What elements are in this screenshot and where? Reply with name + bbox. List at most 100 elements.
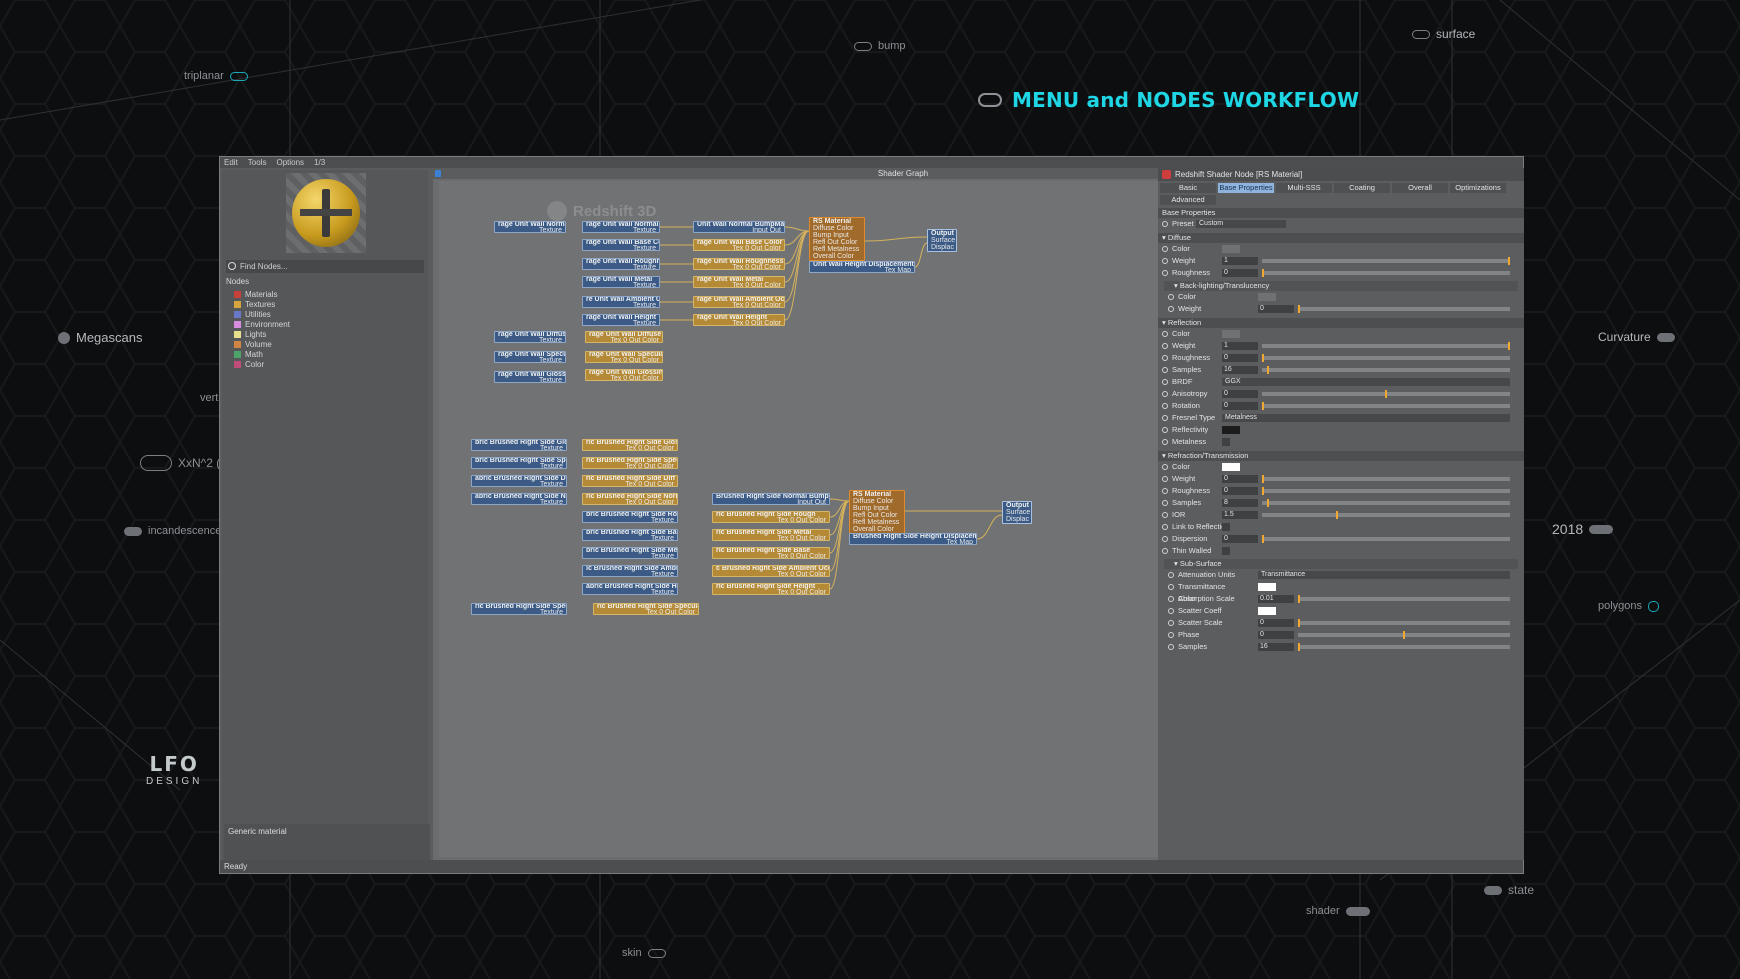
node-rs-material[interactable]: RS Material Diffuse Color Bump Input Refl O… [809, 217, 865, 261]
radio-icon[interactable] [1162, 524, 1168, 530]
property-slider[interactable] [1262, 271, 1510, 275]
slider-handle[interactable] [1267, 366, 1269, 374]
tree-item-lights[interactable]: Lights [234, 329, 290, 339]
radio-icon[interactable] [1162, 439, 1168, 445]
radio-icon[interactable] [1168, 584, 1174, 590]
node-texture[interactable]: bric Brushed Right Side Spec Texture [471, 457, 567, 469]
node-displacement[interactable]: Unit Wall Height Displacement Tex Map [809, 261, 915, 273]
node-color[interactable]: rage Unit Wall Ambient OcclusTex 0 Out C… [693, 296, 785, 308]
node-texture[interactable]: bric Brushed Right Side RoughTexture [582, 511, 678, 523]
radio-icon[interactable] [1162, 500, 1168, 506]
node-texture[interactable]: bric Brushed Right Side Met Texture [582, 547, 678, 559]
node-texture[interactable]: rage Unit Wall Specular Tex 0 Out Color [585, 351, 663, 363]
section-reflection[interactable]: ▾ Reflection [1158, 318, 1524, 328]
property-slider[interactable] [1262, 477, 1510, 481]
preset-dropdown[interactable]: Custom [1196, 220, 1286, 228]
node-color[interactable]: ric Brushed Right Side Rough Tex 0 Out Co… [712, 511, 830, 523]
slider-handle[interactable] [1262, 475, 1264, 483]
section-subsurface[interactable]: ▾ Sub-Surface [1164, 559, 1518, 569]
tree-item-materials[interactable]: Materials [234, 289, 290, 299]
radio-icon[interactable] [1162, 464, 1168, 470]
node-texture[interactable]: rage Unit Wall Glossin Texture [494, 371, 566, 383]
section-refraction[interactable]: ▾ Refraction/Transmission [1158, 451, 1524, 461]
node-texture[interactable]: ric Brushed Right Side Norm Tex 0 Out Col… [582, 493, 678, 505]
node-rs-material[interactable]: RS Material Diffuse Color Bump Input Refl O… [849, 490, 905, 534]
radio-icon[interactable] [1162, 476, 1168, 482]
radio-icon[interactable] [1162, 331, 1168, 337]
property-value-field[interactable]: 0 [1258, 305, 1294, 313]
property-slider[interactable] [1262, 537, 1510, 541]
radio-icon[interactable] [1168, 644, 1174, 650]
node-texture[interactable]: ric Brushed Right Side Diff Tex 0 Out Col… [582, 475, 678, 487]
tab-optimizations[interactable]: Optimizations [1450, 183, 1506, 193]
node-texture[interactable]: ric Brushed Right Side SpecularTex 0 Out… [593, 603, 699, 615]
tab-advanced[interactable]: Advanced [1160, 195, 1216, 205]
node-color[interactable]: c Brushed Right Side Ambient Occlu Tex 0 … [712, 565, 830, 577]
property-slider[interactable] [1298, 597, 1510, 601]
node-texture[interactable]: rage Unit Wall Roughne Texture [582, 258, 660, 270]
property-value-field[interactable]: 1 [1222, 257, 1258, 265]
radio-icon[interactable] [1162, 246, 1168, 252]
section-base-properties[interactable]: Base Properties [1158, 208, 1524, 218]
radio-icon[interactable] [1162, 548, 1168, 554]
section-diffuse[interactable]: ▾ Diffuse [1158, 233, 1524, 243]
property-value-field[interactable]: 0 [1258, 619, 1294, 627]
slider-handle[interactable] [1262, 487, 1264, 495]
radio-icon[interactable] [1162, 379, 1168, 385]
property-slider[interactable] [1262, 344, 1510, 348]
color-swatch[interactable] [1222, 330, 1240, 338]
node-texture[interactable]: rage Unit Wall Base Col Texture [582, 239, 660, 251]
property-slider[interactable] [1262, 259, 1510, 263]
property-value-field[interactable]: 0 [1222, 354, 1258, 362]
tab-coating[interactable]: Coating [1334, 183, 1390, 193]
node-texture[interactable]: ric Brushed Right Side GlossinessTex 0 O… [582, 439, 678, 451]
checkbox[interactable] [1222, 438, 1230, 446]
property-slider[interactable] [1262, 404, 1510, 408]
tree-item-textures[interactable]: Textures [234, 299, 290, 309]
tree-item-environment[interactable]: Environment [234, 319, 290, 329]
node-texture[interactable]: abric Brushed Right Side Dif Texture [471, 475, 567, 487]
property-value-field[interactable]: 0 [1222, 402, 1258, 410]
node-texture[interactable]: rage Unit Wall GlossinessTex 0 Out Color [585, 369, 663, 381]
radio-icon[interactable] [1162, 343, 1168, 349]
slider-handle[interactable] [1262, 535, 1264, 543]
node-color[interactable]: rage Unit Wall Metal Tex 0 Out Color [693, 276, 785, 288]
property-value-field[interactable]: 8 [1222, 499, 1258, 507]
menu-edit[interactable]: Edit [224, 158, 238, 167]
property-dropdown[interactable]: GGX [1222, 378, 1510, 386]
radio-icon[interactable] [1162, 488, 1168, 494]
node-texture[interactable]: re Unit Wall Ambient OccluTexture [582, 296, 660, 308]
tab-multi-sss[interactable]: Multi-SSS [1276, 183, 1332, 193]
node-color[interactable]: rage Unit Wall Height Tex 0 Out Color [693, 314, 785, 326]
radio-icon[interactable] [1162, 221, 1168, 227]
radio-icon[interactable] [1168, 596, 1174, 602]
node-texture[interactable]: rage Unit Wall Diffuse Tex 0 Out Color [585, 331, 663, 343]
node-color[interactable]: Unit Wall Normal BumpMap Input Out [693, 221, 785, 233]
slider-handle[interactable] [1336, 511, 1338, 519]
node-color[interactable]: rage Unit Wall Base Color Tex 0 Out Color [693, 239, 785, 251]
property-value-field[interactable]: 16 [1258, 643, 1294, 651]
slider-handle[interactable] [1508, 257, 1510, 265]
property-slider[interactable] [1298, 621, 1510, 625]
slider-handle[interactable] [1298, 305, 1300, 313]
menu-tools[interactable]: Tools [248, 158, 267, 167]
slider-handle[interactable] [1262, 354, 1264, 362]
property-slider[interactable] [1262, 513, 1510, 517]
color-swatch[interactable] [1222, 426, 1240, 434]
node-texture[interactable]: rage Unit Wall Diffus Texture [494, 331, 566, 343]
property-value-field[interactable]: 0 [1258, 631, 1294, 639]
property-slider[interactable] [1262, 356, 1510, 360]
property-slider[interactable] [1262, 489, 1510, 493]
property-value-field[interactable]: 1.5 [1222, 511, 1258, 519]
radio-icon[interactable] [1162, 391, 1168, 397]
color-swatch[interactable] [1258, 607, 1276, 615]
node-texture[interactable]: abric Brushed Right Side He Texture [582, 583, 678, 595]
node-displacement[interactable]: Brushed Right Side Height Displacement Te… [849, 533, 977, 545]
property-value-field[interactable]: 0 [1222, 475, 1258, 483]
slider-handle[interactable] [1262, 269, 1264, 277]
slider-handle[interactable] [1385, 390, 1387, 398]
color-swatch[interactable] [1222, 245, 1240, 253]
tree-item-volume[interactable]: Volume [234, 339, 290, 349]
node-texture[interactable]: ric Brushed Right Side SpecularTexture [471, 603, 567, 615]
tree-item-utilities[interactable]: Utilities [234, 309, 290, 319]
